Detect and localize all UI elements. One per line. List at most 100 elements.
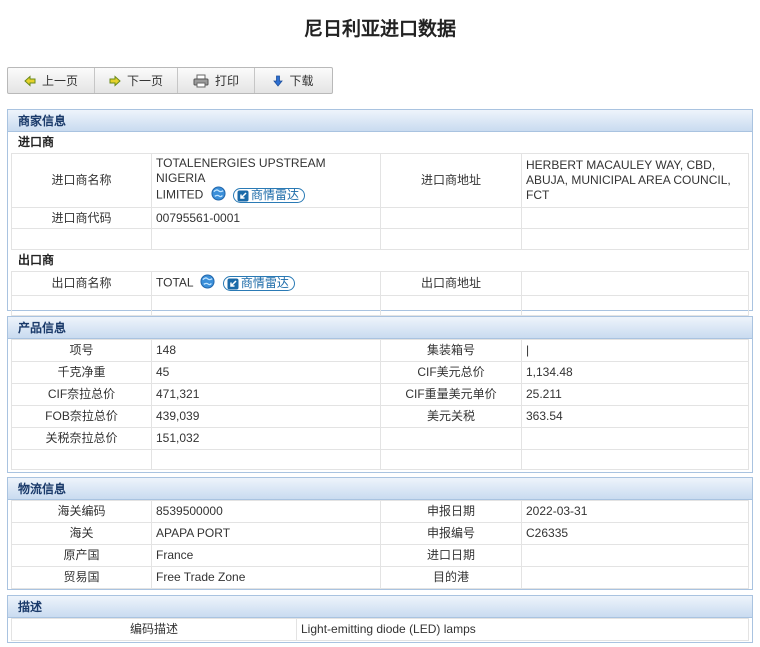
empty-cell [380, 449, 522, 470]
arrow-left-icon [24, 74, 36, 87]
declare-no-value: C26335 [521, 522, 749, 545]
importer-name-line1: TOTALENERGIES UPSTREAM NIGERIA [156, 156, 326, 185]
empty-cell [521, 228, 749, 250]
importer-name-line2: LIMITED [156, 187, 204, 202]
exporter-radar-label: 商情雷达 [240, 276, 289, 290]
empty-cell [521, 427, 749, 450]
cif-naira-total-label: CIF奈拉总价 [11, 383, 152, 406]
arrow-right-icon [109, 74, 121, 87]
import-date-label: 进口日期 [380, 544, 522, 567]
prev-page-label: 上一页 [41, 74, 78, 88]
exporter-name-value: TOTAL [156, 275, 194, 290]
next-page-label: 下一页 [126, 74, 163, 88]
download-label: 下载 [289, 74, 314, 88]
importer-code-value: 00795561-0001 [151, 207, 381, 229]
cif-naira-total-value: 471,321 [151, 383, 381, 406]
cif-usd-unit-value: 25.211 [521, 383, 749, 406]
importer-code-label: 进口商代码 [11, 207, 152, 229]
exporter-table: 出口商名称 TOTAL 商情雷达 出口商地址 [11, 271, 749, 316]
usd-tariff-value: 363.54 [521, 405, 749, 428]
importer-subheader: 进口商 [18, 135, 55, 149]
empty-cell [380, 295, 522, 316]
description-section: 描述 编码描述 Light-emitting diode (LED) lamps [7, 595, 753, 643]
print-button[interactable]: 打印 [178, 68, 255, 93]
tariff-naira-total-value: 151,032 [151, 427, 381, 450]
globe-icon[interactable] [211, 186, 226, 205]
logistics-section: 物流信息 海关编码 8539500000 申报日期 2022-03-31 海关 … [7, 477, 753, 590]
fob-naira-total-value: 439,039 [151, 405, 381, 428]
toolbar: 上一页 下一页 打印 下载 [7, 67, 333, 94]
empty-cell [521, 449, 749, 470]
empty-cell [380, 207, 522, 229]
cif-usd-unit-label: CIF重量美元单价 [380, 383, 522, 406]
declare-date-value: 2022-03-31 [521, 500, 749, 523]
importer-address-value: HERBERT MACAULEY WAY, CBD, ABUJA, MUNICI… [521, 153, 749, 208]
customs-label: 海关 [11, 522, 152, 545]
print-label: 打印 [214, 74, 239, 88]
description-table: 编码描述 Light-emitting diode (LED) lamps [11, 618, 749, 641]
importer-radar-button[interactable]: 商情雷达 [233, 188, 306, 203]
origin-label: 原产国 [11, 544, 152, 567]
download-button[interactable]: 下载 [255, 68, 332, 93]
declare-date-label: 申报日期 [380, 500, 522, 523]
cif-usd-total-value: 1,134.48 [521, 361, 749, 384]
logistics-table: 海关编码 8539500000 申报日期 2022-03-31 海关 APAPA… [11, 500, 749, 589]
printer-icon [193, 74, 209, 88]
code-desc-label: 编码描述 [11, 618, 297, 641]
empty-cell [380, 228, 522, 250]
exporter-address-value [521, 271, 749, 296]
importer-address-label: 进口商地址 [380, 153, 522, 208]
empty-cell [521, 295, 749, 316]
container-label: 集装箱号 [380, 339, 522, 362]
item-no-label: 项号 [11, 339, 152, 362]
next-page-button[interactable]: 下一页 [95, 68, 178, 93]
origin-value: France [151, 544, 381, 567]
trade-country-label: 贸易国 [11, 566, 152, 589]
net-weight-value: 45 [151, 361, 381, 384]
empty-cell [151, 228, 381, 250]
product-section-header: 产品信息 [8, 317, 752, 339]
globe-icon[interactable] [200, 274, 215, 293]
merchant-section: 商家信息 进口商 进口商名称 TOTALENERGIES UPSTREAM NI… [7, 109, 753, 316]
exporter-name-label: 出口商名称 [11, 271, 152, 296]
arrow-down-icon [273, 75, 284, 87]
empty-cell [521, 207, 749, 229]
importer-radar-label: 商情雷达 [251, 188, 300, 202]
importer-table: 进口商名称 TOTALENERGIES UPSTREAM NIGERIA LIM… [11, 153, 749, 250]
prev-page-button[interactable]: 上一页 [8, 68, 95, 93]
importer-name-cell: TOTALENERGIES UPSTREAM NIGERIA LIMITED 商… [151, 153, 381, 208]
customs-value: APAPA PORT [151, 522, 381, 545]
net-weight-label: 千克净重 [11, 361, 152, 384]
radar-arrow-icon [227, 278, 239, 289]
code-desc-value: Light-emitting diode (LED) lamps [296, 618, 749, 641]
empty-cell [11, 228, 152, 250]
page-title: 尼日利亚进口数据 [303, 19, 456, 40]
trade-country-value: Free Trade Zone [151, 566, 381, 589]
exporter-radar-button[interactable]: 商情雷达 [222, 276, 295, 291]
exporter-address-label: 出口商地址 [380, 271, 522, 296]
item-no-value: 148 [151, 339, 381, 362]
empty-cell [11, 449, 152, 470]
tariff-naira-total-label: 关税奈拉总价 [11, 427, 152, 450]
exporter-subheader: 出口商 [18, 253, 55, 267]
usd-tariff-label: 美元关税 [380, 405, 522, 428]
container-value: | [521, 339, 749, 362]
hs-code-value: 8539500000 [151, 500, 381, 523]
logistics-section-header: 物流信息 [8, 478, 752, 500]
hs-code-label: 海关编码 [11, 500, 152, 523]
declare-no-label: 申报编号 [380, 522, 522, 545]
empty-cell [151, 295, 381, 316]
product-section: 产品信息 项号 148 集装箱号 | 千克净重 45 CIF美元总价 1,134… [7, 316, 753, 473]
product-table: 项号 148 集装箱号 | 千克净重 45 CIF美元总价 1,134.48 C… [11, 339, 749, 470]
empty-cell [151, 449, 381, 470]
radar-arrow-icon [237, 190, 249, 201]
cif-usd-total-label: CIF美元总价 [380, 361, 522, 384]
empty-cell [380, 427, 522, 450]
empty-cell [11, 295, 152, 316]
fob-naira-total-label: FOB奈拉总价 [11, 405, 152, 428]
merchant-section-header: 商家信息 [8, 110, 752, 132]
dest-port-label: 目的港 [380, 566, 522, 589]
import-date-value [521, 544, 749, 567]
exporter-name-cell: TOTAL 商情雷达 [151, 271, 381, 296]
description-section-header: 描述 [8, 596, 752, 618]
